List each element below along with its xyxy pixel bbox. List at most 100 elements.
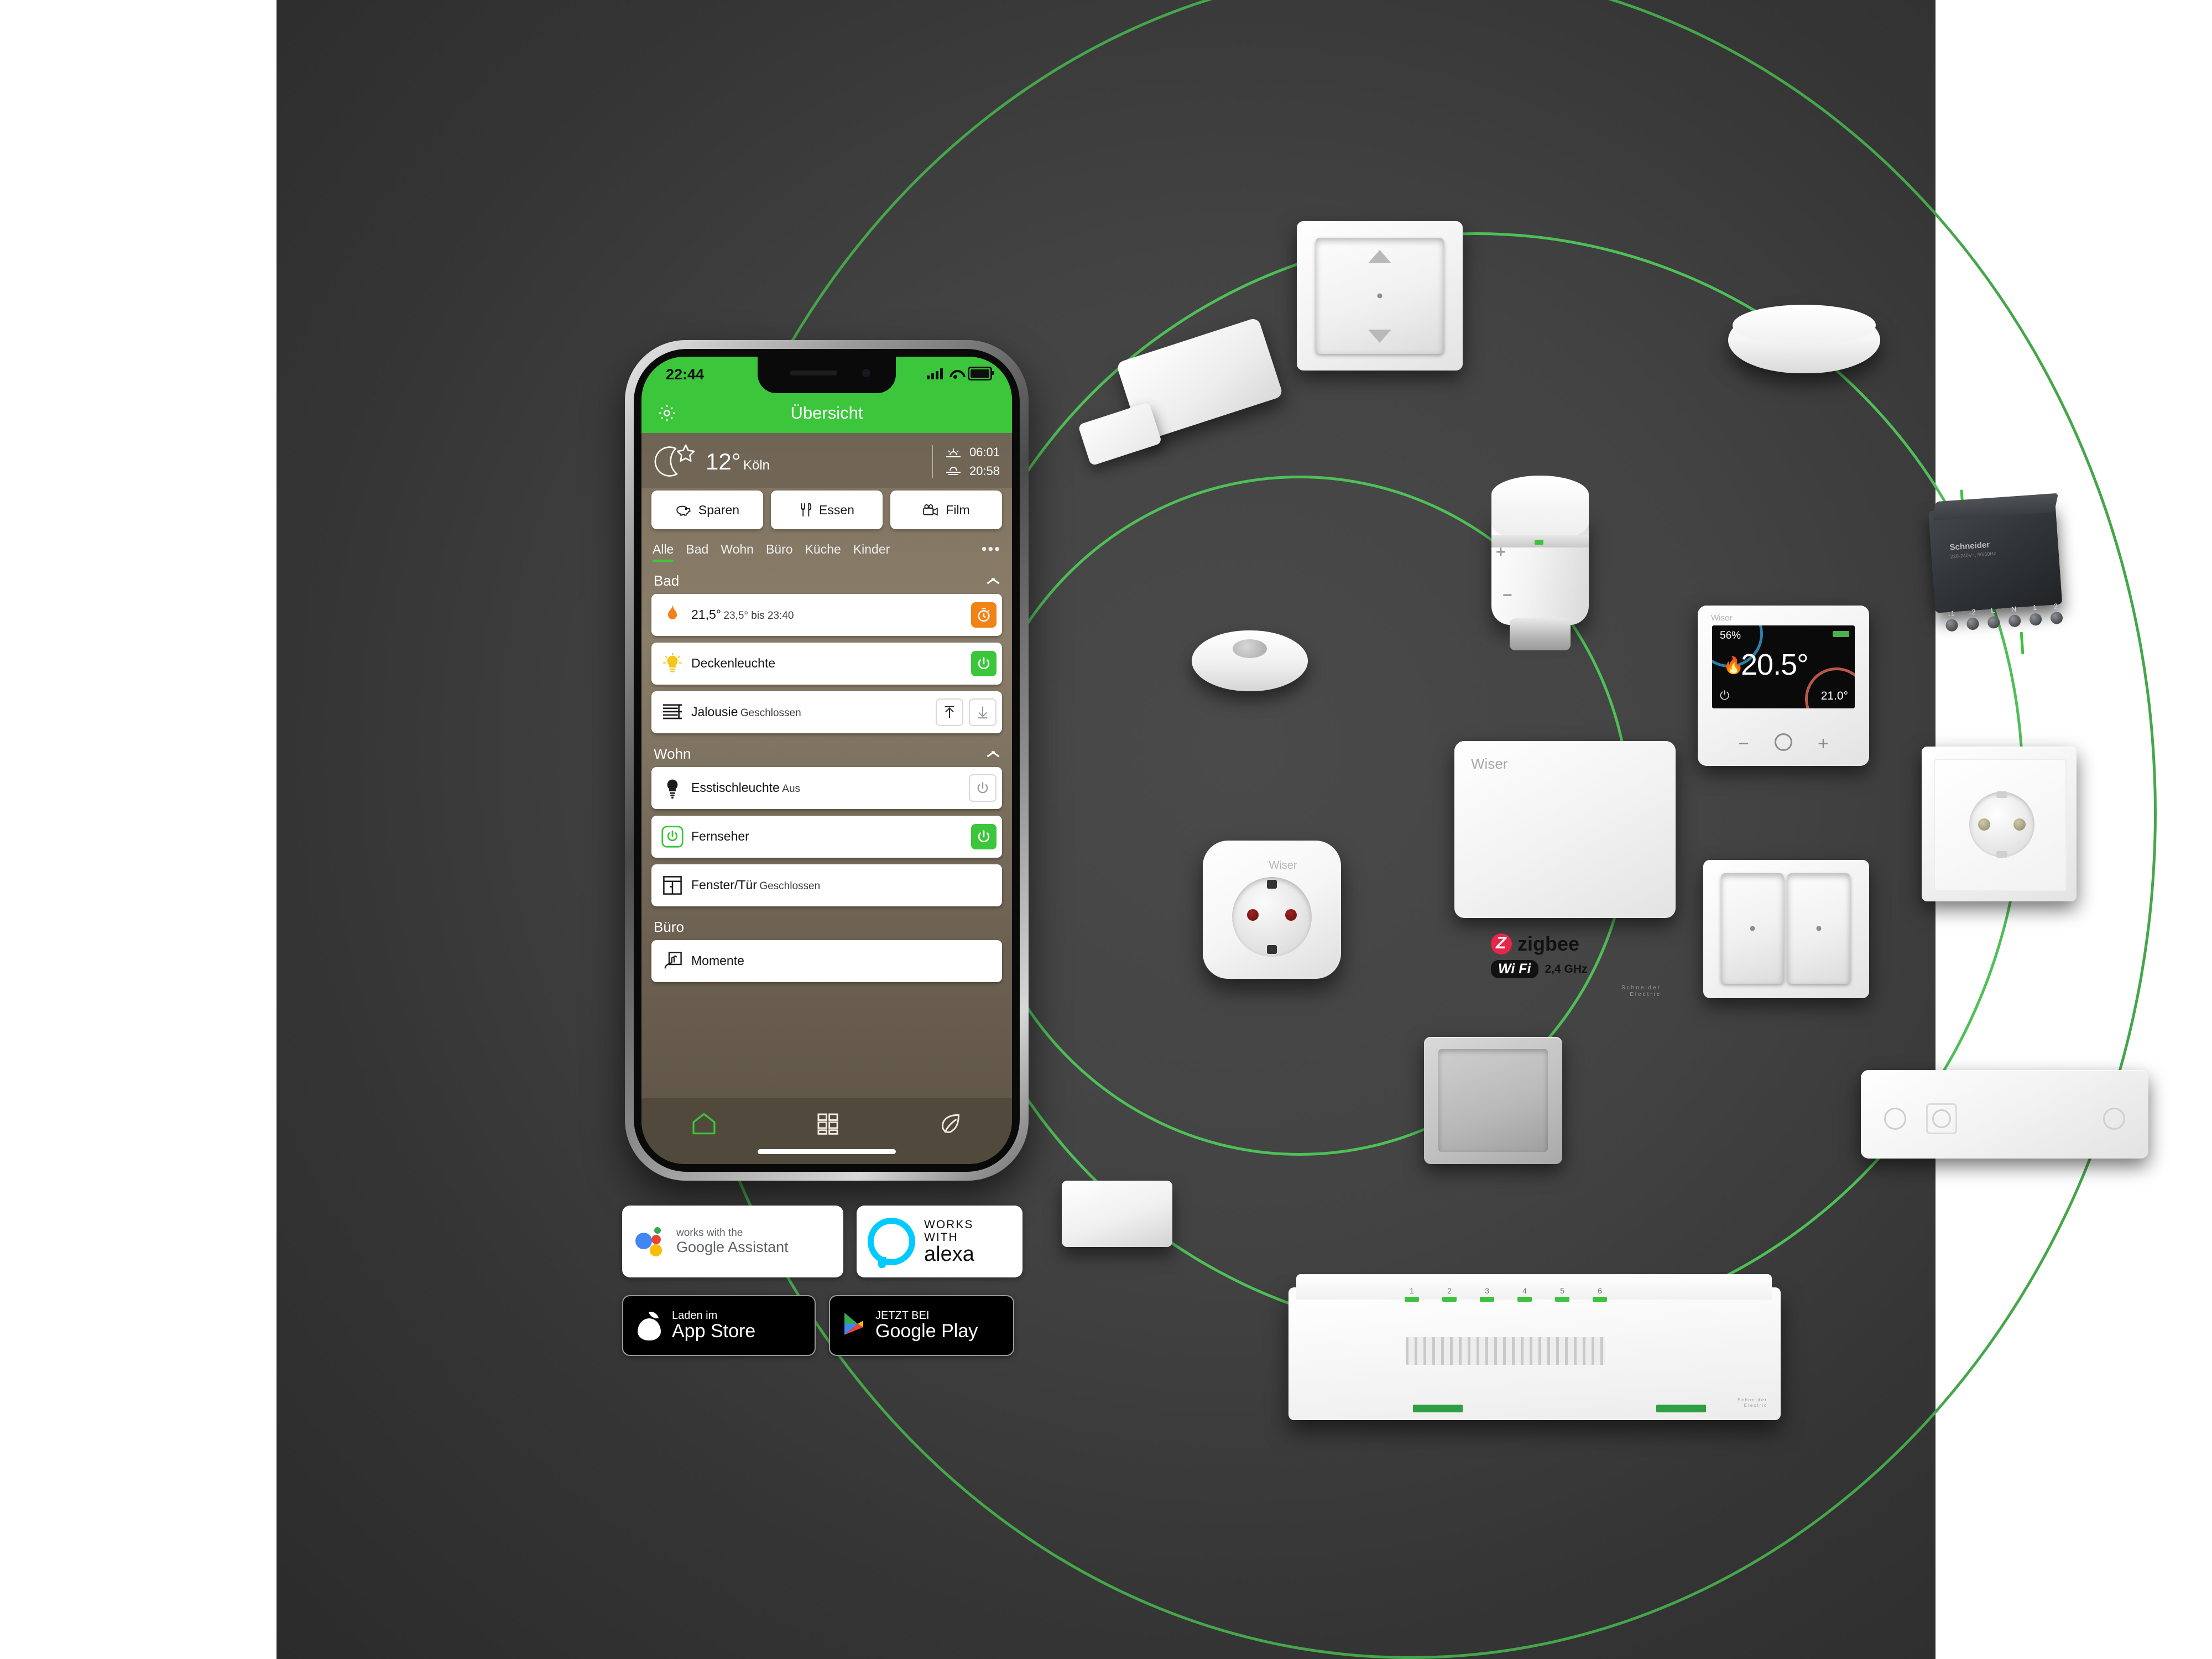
increase-button[interactable]: +: [1818, 733, 1829, 755]
dual-rocker-plate: [1703, 860, 1869, 998]
device-small-box[interactable]: [1062, 1181, 1183, 1269]
scene-button-essen[interactable]: Essen: [771, 491, 883, 529]
din-channel: 5: [1555, 1286, 1569, 1302]
blind-switch-rocker[interactable]: [1316, 238, 1444, 354]
badge-google-assistant[interactable]: works with the Google Assistant: [622, 1206, 843, 1277]
list-item-text: Fernseher: [686, 829, 971, 844]
horizontal-module-plate: [1861, 1070, 2148, 1159]
channel-led: [1442, 1297, 1457, 1302]
tabs-overflow-button[interactable]: •••: [982, 540, 1001, 558]
badge-alexa[interactable]: WORKS WITH alexa: [857, 1206, 1022, 1277]
wall-socket-plate: [1922, 747, 2077, 901]
scene-button-film[interactable]: Film: [890, 491, 1002, 529]
list-item[interactable]: Fernseher: [651, 816, 1002, 858]
grey-switch-rocker[interactable]: [1438, 1049, 1548, 1152]
channel-label: 2: [1447, 1286, 1452, 1295]
device-dual-rocker-switch[interactable]: [1703, 860, 1869, 998]
tab-energy[interactable]: [939, 1112, 962, 1135]
gear-icon[interactable]: [657, 403, 677, 423]
tab-buero[interactable]: Büro: [766, 542, 793, 557]
thermostat-controls[interactable]: − +: [1698, 733, 1869, 755]
motion-sensor-lens-icon: [1233, 639, 1267, 658]
wifi-icon: [949, 369, 962, 379]
list-item-text: Momente: [686, 953, 997, 968]
flame-icon: [659, 604, 686, 625]
tab-alle[interactable]: Alle: [653, 542, 674, 562]
module-button[interactable]: [1926, 1103, 1957, 1134]
list-item[interactable]: Momente: [651, 940, 1002, 982]
device-room-thermostat[interactable]: Wiser 56% 🔥 20.5° ⏻ 21.0° − +: [1698, 606, 1869, 766]
rocker-right[interactable]: [1787, 873, 1850, 984]
tab-kueche[interactable]: Küche: [805, 542, 841, 557]
device-radiator-valve[interactable]: + −: [1479, 476, 1601, 658]
list-item[interactable]: Fenster/Tür Geschlossen: [651, 864, 1002, 906]
group-name: Wohn: [654, 745, 691, 762]
tab-home[interactable]: [691, 1112, 717, 1136]
decrease-button[interactable]: −: [1738, 733, 1749, 755]
tab-kinder[interactable]: Kinder: [853, 542, 890, 557]
device-grey-switch[interactable]: [1424, 1037, 1562, 1164]
phone-screen: 22:44 Übersicht 12° Köln 06:01 20:58 Spa…: [641, 357, 1012, 1164]
arrow-up-icon[interactable]: [936, 698, 963, 726]
plug-socket: [1232, 877, 1312, 957]
list-item[interactable]: Deckenleuchte: [651, 643, 1002, 685]
device-blind-switch[interactable]: [1297, 221, 1463, 371]
device-horizontal-module[interactable]: [1861, 1070, 2148, 1170]
store-badges: works with the Google Assistant WORKS WI…: [622, 1206, 1042, 1374]
device-motion-sensor[interactable]: [1192, 630, 1308, 713]
din-channel: 4: [1517, 1286, 1532, 1302]
power-icon[interactable]: [971, 824, 997, 849]
cutlery-icon: [801, 503, 812, 517]
chevron-up-icon[interactable]: [987, 577, 1000, 585]
device-wiser-hub[interactable]: Wiser Schneider Electric zigbee Wi Fi 2,…: [1454, 741, 1676, 1012]
power-icon: ⏻: [1720, 688, 1730, 702]
window-door-icon: [659, 875, 686, 895]
arrow-down-icon[interactable]: [969, 698, 997, 726]
device-din-controller[interactable]: Schneider Electric 1 2 3 4 5 6: [1288, 1272, 1803, 1438]
power-icon[interactable]: [969, 774, 997, 802]
assistant-badge-row: works with the Google Assistant WORKS WI…: [622, 1206, 1042, 1277]
lightbulb-off-icon: [659, 778, 686, 799]
badge-google-play[interactable]: JETZT BEI Google Play: [829, 1295, 1014, 1356]
group-header-bad[interactable]: Bad: [651, 567, 1002, 594]
sunrise-icon: [946, 448, 961, 457]
channel-label: 3: [1485, 1286, 1489, 1295]
tab-wohn[interactable]: Wohn: [721, 542, 754, 557]
thermostat-brand: Wiser: [1711, 613, 1733, 623]
terminal-screw: [2050, 611, 2063, 625]
tab-devices[interactable]: [816, 1112, 839, 1135]
tab-bad[interactable]: Bad: [686, 542, 708, 557]
group-header-wohn[interactable]: Wohn: [651, 740, 1002, 767]
mode-button[interactable]: [1775, 733, 1792, 751]
power-icon[interactable]: [971, 651, 997, 676]
scene-button-sparen[interactable]: Sparen: [651, 491, 763, 529]
list-item[interactable]: Esstischleuchte Aus: [651, 767, 1002, 809]
status-icons: [927, 367, 994, 380]
hub-plate: Wiser Schneider Electric: [1454, 741, 1676, 998]
group-header-buero[interactable]: Büro: [651, 913, 1002, 940]
list-item[interactable]: Jalousie Geschlossen: [651, 691, 1002, 733]
din-foot: [1656, 1405, 1706, 1412]
list-item[interactable]: 21,5° 23,5° bis 23:40: [651, 594, 1002, 636]
badge-line-1: WORKS WITH: [924, 1218, 974, 1244]
google-assistant-dots-icon: [635, 1226, 666, 1257]
din-foot: [1413, 1405, 1463, 1412]
sun-values: 06:01 20:58: [969, 445, 1000, 478]
terminal-label: 1: [2032, 603, 2037, 612]
moon-star-icon: [654, 442, 701, 482]
earth-contact-top: [1996, 791, 2007, 798]
channel-label: 6: [1598, 1286, 1602, 1295]
weather-widget: 12° Köln 06:01 20:58: [641, 433, 1012, 488]
rocker-left[interactable]: [1721, 873, 1784, 984]
badge-app-store[interactable]: Laden im App Store: [622, 1295, 816, 1356]
device-smart-plug[interactable]: Wiser: [1203, 841, 1363, 1001]
din-channel: 2: [1442, 1286, 1457, 1302]
device-relay-module[interactable]: Schneider 220-240V~, 50/60Hz ↓1 ↓2 L N 1…: [1928, 489, 2078, 655]
chevron-up-icon[interactable]: [987, 750, 1000, 758]
terminal-screw: [1945, 618, 1959, 632]
device-round-hub[interactable]: [1728, 305, 1880, 395]
relay-terminal: ↓2: [1965, 607, 1980, 630]
timer-icon[interactable]: [971, 602, 997, 628]
device-wall-socket[interactable]: [1922, 747, 2077, 901]
socket-hole-right: [1285, 909, 1297, 921]
